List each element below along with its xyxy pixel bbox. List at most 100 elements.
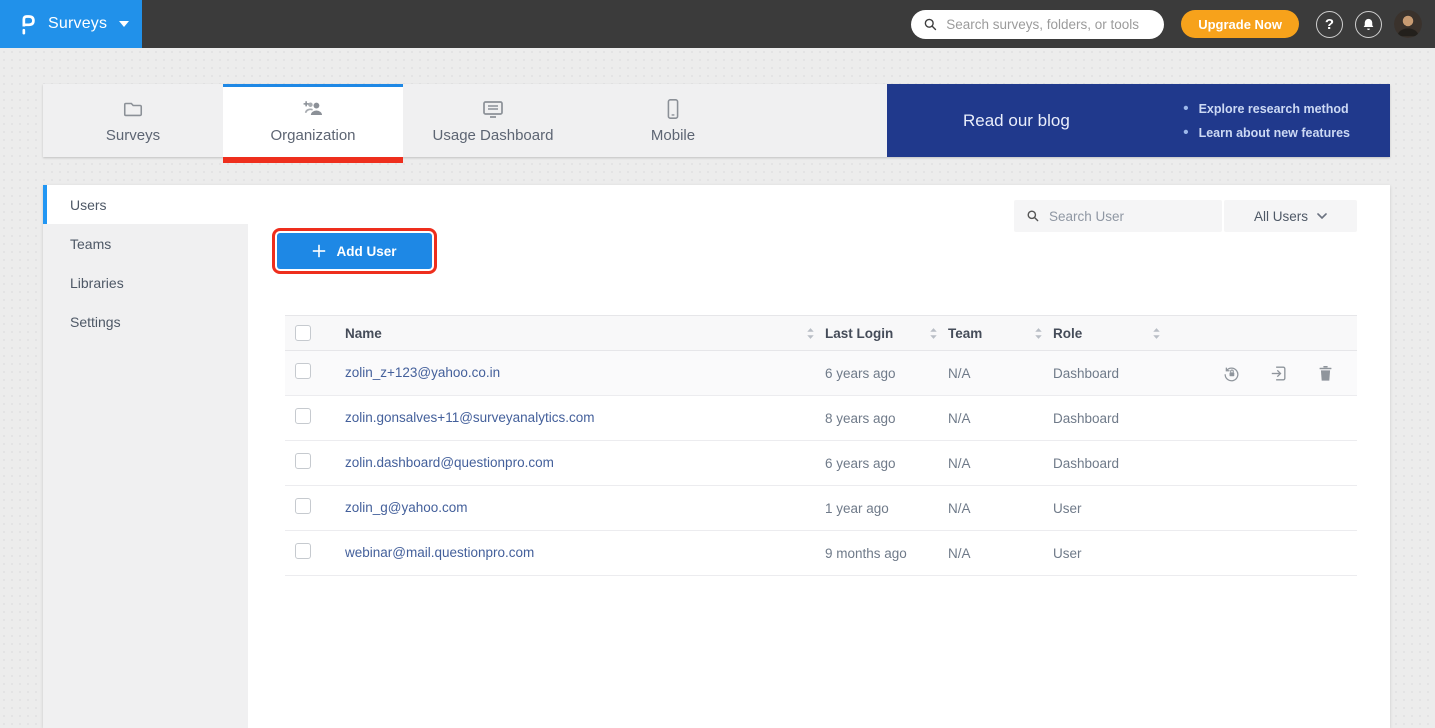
reset-password-icon[interactable] xyxy=(1222,364,1241,383)
last-login-cell: 1 year ago xyxy=(825,501,948,516)
questionpro-logo-icon xyxy=(18,12,38,36)
tab-bar-tabs: Surveys Organization Usage Dashboard Mob… xyxy=(43,84,763,157)
blog-bullet: Explore research method xyxy=(1183,100,1350,117)
delete-icon[interactable] xyxy=(1316,364,1335,383)
sidebar-item-label: Libraries xyxy=(70,275,124,291)
sidebar-item-teams[interactable]: Teams xyxy=(43,224,248,263)
table-body: zolin_z+123@yahoo.co.in 6 years ago N/A … xyxy=(285,351,1357,576)
upgrade-now-button[interactable]: Upgrade Now xyxy=(1181,10,1299,38)
team-cell: N/A xyxy=(948,411,1053,426)
table-row: zolin_g@yahoo.com 1 year ago N/A User xyxy=(285,486,1357,531)
tab-organization[interactable]: Organization xyxy=(223,84,403,157)
row-checkbox[interactable] xyxy=(295,408,311,424)
table-header: Name Last Login Team xyxy=(285,315,1357,351)
column-label: Name xyxy=(345,326,382,341)
brand-label: Surveys xyxy=(48,15,107,33)
table-row: zolin.gonsalves+11@surveyanalytics.com 8… xyxy=(285,396,1357,441)
add-user-button[interactable]: Add User xyxy=(277,233,432,269)
select-all-checkbox[interactable] xyxy=(295,325,311,341)
role-cell: User xyxy=(1053,501,1171,516)
tab-label: Surveys xyxy=(106,127,160,144)
plus-icon xyxy=(312,244,326,258)
product-switcher[interactable]: Surveys xyxy=(0,0,142,48)
column-header-last-login: Last Login xyxy=(825,326,948,341)
row-checkbox[interactable] xyxy=(295,498,311,514)
organization-panel: Users Teams Libraries Settings Add User xyxy=(43,185,1390,728)
blog-banner-title: Read our blog xyxy=(963,111,1070,131)
search-user-input[interactable] xyxy=(1049,209,1210,224)
login-as-user-icon[interactable] xyxy=(1269,364,1288,383)
user-filter-dropdown[interactable]: All Users xyxy=(1224,200,1357,232)
tab-label: Organization xyxy=(270,127,355,144)
add-user-annotation: Add User xyxy=(277,233,432,269)
column-header-role: Role xyxy=(1053,326,1171,341)
help-button[interactable]: ? xyxy=(1316,11,1343,38)
blog-promo-banner[interactable]: Read our blog Explore research methodLea… xyxy=(887,84,1390,157)
column-label: Role xyxy=(1053,326,1082,341)
role-cell: Dashboard xyxy=(1053,366,1171,381)
search-icon xyxy=(1026,209,1040,223)
column-label: Team xyxy=(948,326,982,341)
sidebar-item-settings[interactable]: Settings xyxy=(43,302,248,341)
sidebar-item-libraries[interactable]: Libraries xyxy=(43,263,248,302)
global-search-input[interactable] xyxy=(946,17,1152,32)
sidebar-item-users[interactable]: Users xyxy=(43,185,248,224)
tab-surveys[interactable]: Surveys xyxy=(43,84,223,157)
question-mark-icon: ? xyxy=(1325,17,1334,32)
highlight-annotation-organization xyxy=(223,157,403,163)
role-cell: Dashboard xyxy=(1053,411,1171,426)
sidebar-item-label: Users xyxy=(70,197,107,213)
team-cell: N/A xyxy=(948,546,1053,561)
row-checkbox[interactable] xyxy=(295,363,311,379)
user-email-link[interactable]: zolin.dashboard@questionpro.com xyxy=(345,455,554,470)
chevron-down-icon xyxy=(119,21,129,27)
page: { "topbar": { "brand": "Surveys", "searc… xyxy=(0,0,1435,728)
add-user-label: Add User xyxy=(336,244,396,259)
user-search-group: All Users xyxy=(1014,200,1357,232)
user-email-link[interactable]: zolin_z+123@yahoo.co.in xyxy=(345,365,500,380)
team-cell: N/A xyxy=(948,501,1053,516)
sort-icon[interactable] xyxy=(929,327,938,340)
table-row: zolin_z+123@yahoo.co.in 6 years ago N/A … xyxy=(285,351,1357,396)
search-icon xyxy=(923,17,938,32)
sort-icon[interactable] xyxy=(1152,327,1161,340)
role-cell: Dashboard xyxy=(1053,456,1171,471)
tab-mobile[interactable]: Mobile xyxy=(583,84,763,157)
sort-icon[interactable] xyxy=(1034,327,1043,340)
tab-label: Usage Dashboard xyxy=(433,127,554,144)
user-avatar[interactable] xyxy=(1394,10,1422,38)
sidebar-item-label: Teams xyxy=(70,236,111,252)
last-login-cell: 6 years ago xyxy=(825,366,948,381)
bell-icon xyxy=(1361,17,1376,32)
sort-icon[interactable] xyxy=(806,327,815,340)
sidebar-item-label: Settings xyxy=(70,314,121,330)
row-checkbox[interactable] xyxy=(295,453,311,469)
user-email-link[interactable]: zolin.gonsalves+11@surveyanalytics.com xyxy=(345,410,594,425)
chevron-down-icon xyxy=(1317,213,1327,219)
mobile-icon xyxy=(660,98,686,120)
add-team-icon xyxy=(300,98,326,120)
last-login-cell: 8 years ago xyxy=(825,411,948,426)
user-email-link[interactable]: webinar@mail.questionpro.com xyxy=(345,545,534,560)
user-email-link[interactable]: zolin_g@yahoo.com xyxy=(345,500,468,515)
folder-icon xyxy=(120,98,146,120)
primary-tab-bar: Surveys Organization Usage Dashboard Mob… xyxy=(43,84,1390,157)
row-checkbox[interactable] xyxy=(295,543,311,559)
usage-dashboard-icon xyxy=(480,98,506,120)
topbar: Surveys Upgrade Now ? xyxy=(0,0,1435,48)
tab-usage-dashboard[interactable]: Usage Dashboard xyxy=(403,84,583,157)
column-header-name: Name xyxy=(335,326,825,341)
last-login-cell: 9 months ago xyxy=(825,546,948,561)
blog-banner-bullets: Explore research methodLearn about new f… xyxy=(1183,100,1350,141)
avatar-photo xyxy=(1394,10,1422,38)
users-content: Add User All Users Nam xyxy=(248,185,1390,728)
notifications-button[interactable] xyxy=(1355,11,1382,38)
table-row: zolin.dashboard@questionpro.com 6 years … xyxy=(285,441,1357,486)
user-filter-value: All Users xyxy=(1254,209,1308,224)
global-search xyxy=(911,10,1164,39)
user-search-box xyxy=(1014,200,1222,232)
column-header-team: Team xyxy=(948,326,1053,341)
column-label: Last Login xyxy=(825,326,893,341)
users-table: Name Last Login Team xyxy=(285,315,1357,576)
team-cell: N/A xyxy=(948,456,1053,471)
